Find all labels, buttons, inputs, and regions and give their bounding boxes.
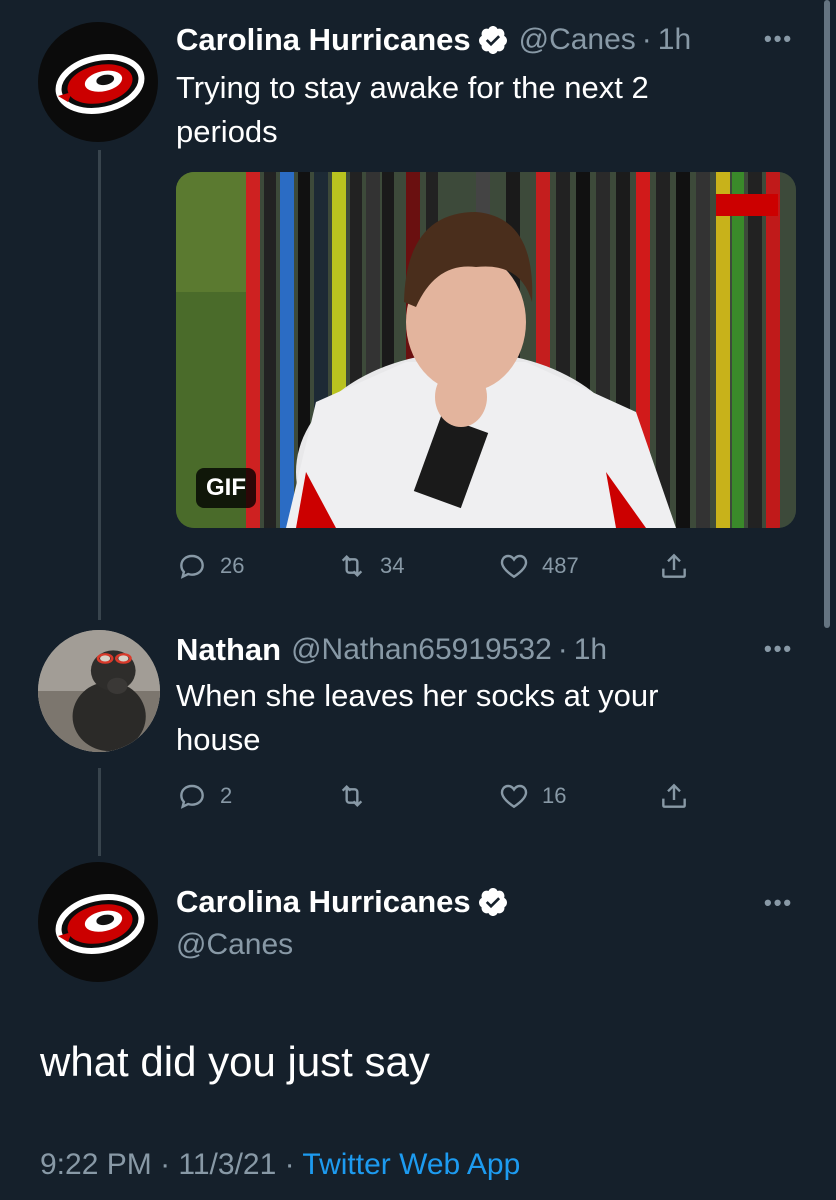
heart-icon <box>500 554 528 579</box>
like-button[interactable]: 487 <box>498 550 579 582</box>
more-options-icon[interactable]: ••• <box>764 636 793 662</box>
gif-badge: GIF <box>196 468 256 508</box>
separator-dot: · <box>160 1148 179 1181</box>
verified-badge-icon <box>478 888 507 916</box>
more-options-icon[interactable]: ••• <box>764 890 793 916</box>
author-name[interactable]: Nathan <box>176 632 281 668</box>
retweet-icon <box>341 554 363 578</box>
author-name[interactable]: Carolina Hurricanes <box>176 884 471 920</box>
like-count: 16 <box>542 783 567 808</box>
reply-icon <box>180 554 204 579</box>
tweet-header: Carolina Hurricanes <box>176 884 509 920</box>
tweet-time[interactable]: 1h <box>658 23 691 57</box>
retweet-icon <box>341 784 363 808</box>
gif-media[interactable]: GIF <box>176 172 796 528</box>
separator-dot: · <box>641 23 652 56</box>
tweet-metadata: 9:22 PM · 11/3/21 · Twitter Web App <box>40 1148 520 1182</box>
author-handle[interactable]: @Nathan65919532 <box>291 633 552 667</box>
tweet-date[interactable]: 11/3/21 <box>178 1148 276 1181</box>
thread-line <box>98 150 101 620</box>
gif-thumbnail-image <box>176 172 796 528</box>
reply-icon <box>180 784 204 809</box>
author-name[interactable]: Carolina Hurricanes <box>176 22 471 58</box>
separator-dot: · <box>284 1148 303 1181</box>
share-icon <box>662 553 686 578</box>
reply-button[interactable]: 26 <box>176 550 244 582</box>
hurricanes-logo-icon <box>55 894 145 954</box>
more-options-icon[interactable]: ••• <box>764 26 793 52</box>
share-button[interactable] <box>658 780 702 812</box>
tweet-time[interactable]: 1h <box>574 633 607 667</box>
nathan-avatar[interactable] <box>38 630 160 752</box>
canes-avatar[interactable] <box>38 22 158 142</box>
retweet-button[interactable]: 34 <box>336 550 404 582</box>
thread-line <box>98 768 101 856</box>
retweet-count: 34 <box>380 553 405 578</box>
dog-avatar-image <box>38 630 160 752</box>
heart-icon <box>500 784 528 809</box>
canes-avatar[interactable] <box>38 862 158 982</box>
retweet-button[interactable] <box>336 780 380 812</box>
hurricanes-logo-icon <box>55 54 145 114</box>
share-button[interactable] <box>658 550 702 582</box>
tweet-timestamp[interactable]: 9:22 PM <box>40 1148 152 1181</box>
tweet-source-link[interactable]: Twitter Web App <box>302 1148 520 1181</box>
tweet-text: When she leaves her socks at your house <box>176 678 659 757</box>
scrollbar[interactable] <box>824 0 830 628</box>
tweet-text: Trying to stay awake for the next 2 peri… <box>176 70 649 149</box>
main-tweet-text: what did you just say <box>40 1038 430 1085</box>
like-button[interactable]: 16 <box>498 780 566 812</box>
like-count: 487 <box>542 553 579 578</box>
verified-badge-icon <box>478 26 507 54</box>
reply-count: 2 <box>220 783 233 808</box>
tweet-header: Nathan @Nathan65919532 · 1h <box>176 632 607 668</box>
reply-button[interactable]: 2 <box>176 780 232 812</box>
author-handle[interactable]: @Canes <box>519 23 636 57</box>
author-handle[interactable]: @Canes <box>176 928 293 962</box>
tweet-header: Carolina Hurricanes @Canes · 1h <box>176 22 691 58</box>
share-icon <box>662 783 686 808</box>
separator-dot: · <box>557 633 568 666</box>
reply-count: 26 <box>220 553 245 578</box>
